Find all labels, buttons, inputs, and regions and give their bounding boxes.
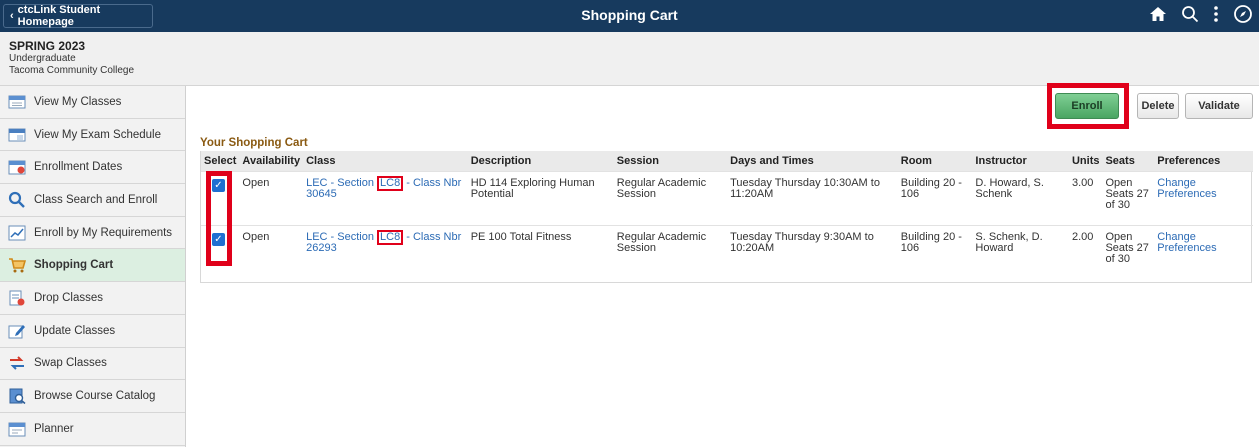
days-times-cell: Tuesday Thursday 9:30AM to 10:20AM: [727, 224, 898, 279]
days-times-cell: Tuesday Thursday 10:30AM to 11:20AM: [727, 170, 898, 225]
change-preferences-link[interactable]: Change Preferences: [1154, 170, 1253, 225]
table-row: ✓ Open LEC - Section LC8 - Class Nbr 262…: [201, 224, 1253, 279]
main-content: Enroll Delete Validate Your Shopping Car…: [187, 83, 1259, 447]
room-cell: Building 20 - 106: [897, 170, 973, 225]
sidebar-item-view-my-classes[interactable]: View My Classes: [0, 86, 185, 119]
availability-cell: Open: [239, 224, 304, 279]
chevron-left-icon: ‹: [10, 10, 14, 22]
edit-icon: [8, 323, 26, 339]
term-header: SPRING 2023 Undergraduate Tacoma Communi…: [0, 32, 1259, 86]
exam-schedule-icon: [8, 127, 26, 143]
section-code: LC8: [377, 229, 404, 245]
change-preferences-link[interactable]: Change Preferences: [1154, 224, 1253, 279]
sidebar-item-label: Enrollment Dates: [34, 161, 123, 174]
shopping-cart-table: Select Availability Class Description Se…: [201, 151, 1253, 279]
header-description: Description: [467, 151, 614, 171]
planner-icon: [8, 421, 26, 437]
sidebar-item-label: Swap Classes: [34, 357, 107, 370]
sidebar-nav: View My Classes View My Exam Schedule En…: [0, 86, 186, 447]
term-institution: Tacoma Community College: [9, 65, 135, 76]
top-bar: ‹ ctcLink Student Homepage Shopping Cart: [0, 0, 1259, 32]
header-room: Room: [897, 151, 973, 171]
drop-icon: [8, 290, 26, 306]
back-button-label: ctcLink Student Homepage: [17, 4, 101, 28]
header-select: Select: [201, 151, 240, 171]
sidebar-item-planner[interactable]: Planner: [0, 413, 185, 446]
enroll-highlight-box: [1047, 83, 1129, 129]
term-name: SPRING 2023: [9, 39, 86, 53]
header-session: Session: [613, 151, 728, 171]
select-column-highlight-box: [206, 171, 232, 266]
sidebar-item-browse-course-catalog[interactable]: Browse Course Catalog: [0, 380, 185, 413]
search-icon: [8, 191, 26, 208]
seats-cell: Open Seats 27 of 30: [1102, 170, 1155, 225]
home-icon[interactable]: [1149, 6, 1167, 27]
sidebar-item-label: Planner: [34, 422, 74, 435]
availability-cell: Open: [239, 170, 304, 225]
sidebar-item-update-classes[interactable]: Update Classes: [0, 315, 185, 348]
header-class: Class: [303, 151, 468, 171]
sidebar-item-class-search-and-enroll[interactable]: Class Search and Enroll: [0, 184, 185, 217]
chart-icon: [8, 225, 26, 241]
sidebar-item-swap-classes[interactable]: Swap Classes: [0, 348, 185, 381]
more-icon[interactable]: [1213, 5, 1219, 28]
sidebar-item-label: Update Classes: [34, 324, 116, 337]
description-cell: HD 114 Exploring Human Potential: [467, 170, 614, 225]
instructor-cell: S. Schenk, D. Howard: [972, 224, 1069, 279]
seats-cell: Open Seats 27 of 30: [1102, 224, 1155, 279]
units-cell: 3.00: [1068, 170, 1103, 225]
header-availability: Availability: [239, 151, 304, 171]
back-to-homepage-button[interactable]: ‹ ctcLink Student Homepage: [3, 4, 153, 28]
sidebar-item-label: Shopping Cart: [34, 259, 114, 272]
cart-title: Your Shopping Cart: [200, 137, 308, 149]
header-units: Units: [1068, 151, 1103, 171]
shopping-cart-table-container: Select Availability Class Description Se…: [200, 151, 1253, 283]
class-link[interactable]: LEC - Section LC8 - Class Nbr 30645: [303, 170, 468, 225]
search-icon[interactable]: [1181, 5, 1199, 28]
enrollment-dates-icon: [8, 159, 26, 175]
header-seats: Seats: [1102, 151, 1155, 171]
instructor-cell: D. Howard, S. Schenk: [972, 170, 1069, 225]
swap-icon: [8, 355, 26, 371]
sidebar-item-view-my-exam-schedule[interactable]: View My Exam Schedule: [0, 119, 185, 152]
catalog-icon: [8, 388, 26, 405]
sidebar-item-enroll-by-my-requirements[interactable]: Enroll by My Requirements: [0, 217, 185, 250]
term-career: Undergraduate: [9, 53, 76, 64]
sidebar-item-label: View My Classes: [34, 95, 122, 108]
class-link[interactable]: LEC - Section LC8 - Class Nbr 26293: [303, 224, 468, 279]
table-row: ✓ Open LEC - Section LC8 - Class Nbr 306…: [201, 170, 1253, 225]
section-code: LC8: [377, 175, 404, 191]
room-cell: Building 20 - 106: [897, 224, 973, 279]
cart-icon: [8, 257, 26, 273]
sidebar-item-label: Class Search and Enroll: [34, 193, 158, 206]
session-cell: Regular Academic Session: [613, 224, 728, 279]
calendar-icon: [8, 94, 26, 110]
header-instructor: Instructor: [972, 151, 1069, 171]
sidebar-item-label: Browse Course Catalog: [34, 390, 156, 403]
units-cell: 2.00: [1068, 224, 1103, 279]
sidebar-item-drop-classes[interactable]: Drop Classes: [0, 282, 185, 315]
validate-button[interactable]: Validate: [1185, 93, 1253, 119]
sidebar-item-enrollment-dates[interactable]: Enrollment Dates: [0, 151, 185, 185]
navigator-icon[interactable]: [1233, 4, 1253, 29]
sidebar-item-shopping-cart[interactable]: Shopping Cart: [0, 249, 185, 283]
header-preferences: Preferences: [1154, 151, 1253, 171]
delete-button[interactable]: Delete: [1137, 93, 1179, 119]
sidebar-item-label: Enroll by My Requirements: [34, 226, 173, 239]
sidebar-item-label: Drop Classes: [34, 291, 104, 304]
sidebar-item-label: View My Exam Schedule: [34, 128, 161, 141]
session-cell: Regular Academic Session: [613, 170, 728, 225]
table-header-row: Select Availability Class Description Se…: [201, 151, 1253, 171]
description-cell: PE 100 Total Fitness: [467, 224, 614, 279]
page-title: Shopping Cart: [581, 7, 678, 23]
header-days-and-times: Days and Times: [727, 151, 898, 171]
